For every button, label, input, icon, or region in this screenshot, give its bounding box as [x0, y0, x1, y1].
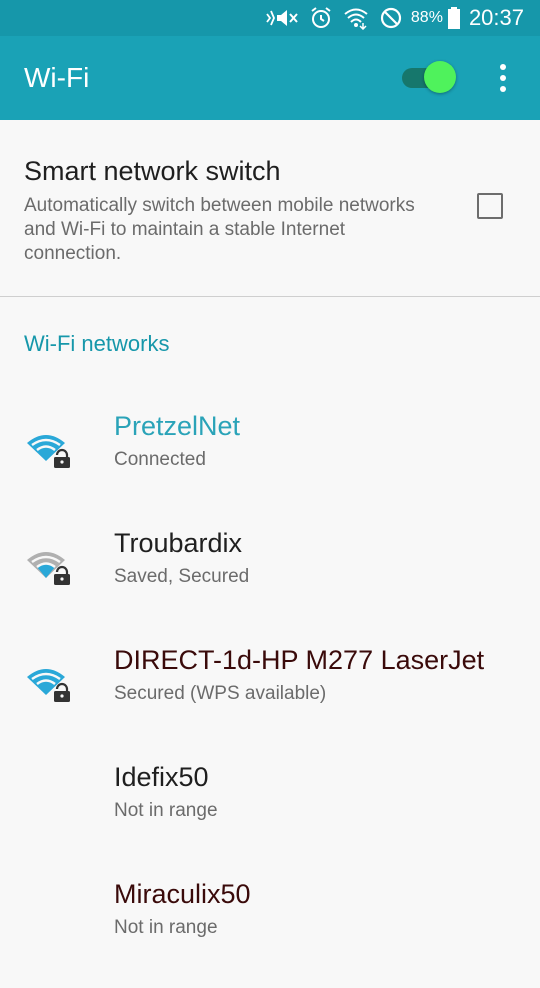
alarm-icon [309, 6, 333, 30]
network-name: DIRECT-1d-HP M277 LaserJet [114, 645, 485, 675]
network-status: Not in range [114, 917, 218, 938]
wifi-lock-icon [26, 429, 74, 469]
network-name: PretzelNet [114, 411, 241, 441]
network-status: Connected [114, 449, 206, 470]
app-bar: Wi-Fi [0, 36, 540, 120]
network-status: Not in range [114, 800, 218, 821]
network-name: Miraculix50 [114, 879, 251, 909]
network-item[interactable]: Idefix50 Not in range [0, 754, 540, 871]
smart-network-switch-setting[interactable]: Smart network switch Automatically switc… [0, 120, 540, 296]
divider [0, 296, 540, 297]
network-item[interactable]: Miraculix50 Not in range [0, 871, 540, 988]
page-title: Wi-Fi [24, 62, 90, 93]
wifi-signal-icon [343, 6, 369, 30]
wifi-lock-icon [26, 546, 74, 586]
vibrate-mute-icon [265, 7, 299, 29]
network-status: Saved, Secured [114, 566, 250, 587]
toggle-thumb [424, 61, 456, 93]
section-header: Wi-Fi networks [24, 331, 170, 356]
more-options-icon[interactable] [488, 58, 518, 98]
status-bar: 88% 20:37 [0, 0, 540, 36]
network-name: Troubardix [114, 528, 243, 558]
wifi-toggle[interactable] [400, 58, 458, 98]
clock: 20:37 [468, 5, 524, 30]
network-name: Idefix50 [114, 762, 209, 792]
battery-percentage: 88% [410, 9, 443, 26]
network-status: Secured (WPS available) [114, 683, 327, 704]
battery-icon [447, 6, 461, 30]
do-not-disturb-icon [379, 6, 403, 30]
wifi-lock-icon [26, 663, 74, 703]
network-item[interactable]: PretzelNet Connected [0, 403, 540, 520]
smart-switch-checkbox[interactable] [477, 193, 503, 219]
network-item[interactable]: DIRECT-1d-HP M277 LaserJet Secured (WPS … [0, 637, 540, 754]
setting-title: Smart network switch [24, 156, 281, 186]
setting-description: Automatically switch between mobile netw… [24, 195, 415, 264]
network-item[interactable]: Troubardix Saved, Secured [0, 520, 540, 637]
